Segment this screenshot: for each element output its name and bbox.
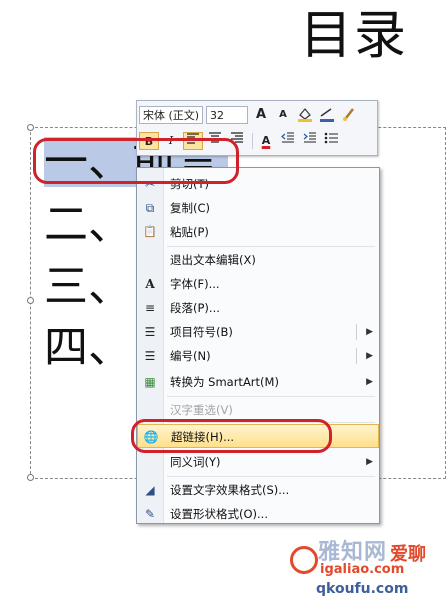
grow-font-button[interactable]: A [251,106,271,124]
menu-divider [167,476,375,477]
annotation-callout-selected-text [33,138,239,184]
resize-handle-top-left[interactable] [27,124,34,131]
menu-item-label: 段落(P)... [170,301,220,315]
menu-item-label: 设置文字效果格式(S)... [170,483,290,497]
menu-item-label: 粘贴(P) [170,225,209,239]
decrease-indent-icon[interactable] [278,132,298,150]
menu-divider [167,246,375,247]
font-color-button[interactable]: A [256,132,276,150]
copy-icon: ⧉ [145,201,155,215]
menu-item-font[interactable]: A 字体(F)... [137,272,379,296]
text-effects-icon: ◢ [145,483,155,497]
submenu-arrow-icon[interactable]: ▶ [366,344,373,368]
font-name-box[interactable]: 宋体 (正文) [139,106,203,124]
menu-item-paragraph[interactable]: ≡ 段落(P)... [137,296,379,320]
annotation-callout-hyperlink [131,419,332,453]
menu-item-label: 编号(N) [170,349,211,363]
outline-line-2[interactable]: 二、 [44,200,132,250]
font-size-box[interactable]: 32 [206,106,248,124]
menu-item-bullets[interactable]: ☰ 项目符号(B) ▶ [137,320,379,344]
menu-item-copy[interactable]: ⧉ 复制(C) [137,196,379,220]
menu-item-label: 字体(F)... [170,277,220,291]
bullets-icon: ☰ [144,325,156,339]
menu-item-paste[interactable]: 📋 粘贴(P) [137,220,379,244]
menu-item-label: 复制(C) [170,201,211,215]
menu-item-label: 同义词(Y) [170,455,221,469]
watermark-tag: 爱聊 [390,544,426,565]
outline-color-icon[interactable] [317,106,337,124]
menu-item-convert-smartart[interactable]: ▦ 转换为 SmartArt(M) ▶ [137,370,379,394]
outline-line-3[interactable]: 三、 [44,262,132,312]
menu-item-label: 退出文本编辑(X) [170,253,256,267]
resize-handle-bottom-left[interactable] [27,474,34,481]
outline-line-4[interactable]: 四、 [44,323,132,373]
menu-item-label: 项目符号(B) [170,325,233,339]
fill-color-icon[interactable] [295,106,315,124]
menu-item-label: 转换为 SmartArt(M) [170,375,279,389]
numbering-icon: ☰ [144,349,156,363]
shrink-font-button[interactable]: A [273,106,293,124]
watermark-logo-icon [290,546,318,574]
bullets-list-icon[interactable] [322,132,342,150]
menu-item-synonyms[interactable]: 同义词(Y) ▶ [137,450,379,474]
watermark-site-2: qkoufu.com [316,581,409,597]
submenu-split [356,348,357,364]
font-icon: A [145,277,155,291]
paste-icon: 📋 [143,225,157,238]
menu-item-exit-text-edit[interactable]: 退出文本编辑(X) [137,248,379,272]
menu-item-text-effects[interactable]: ◢ 设置文字效果格式(S)... [137,478,379,502]
toolbar-separator [252,133,253,149]
menu-divider [167,396,375,397]
shape-format-icon: ✎ [144,507,156,521]
resize-handle-left[interactable] [27,297,34,304]
paragraph-icon: ≡ [144,301,156,315]
menu-item-label: 设置形状格式(O)... [170,507,268,521]
menu-item-shape-format[interactable]: ✎ 设置形状格式(O)... [137,502,379,526]
increase-indent-icon[interactable] [300,132,320,150]
submenu-arrow-icon[interactable]: ▶ [366,320,373,344]
slide-title: 目录 [300,6,409,66]
context-menu: ✂ 剪切(T) ⧉ 复制(C) 📋 粘贴(P) 退出文本编辑(X) A 字体(F… [136,167,380,524]
submenu-split [356,324,357,340]
menu-item-numbering[interactable]: ☰ 编号(N) ▶ [137,344,379,368]
submenu-arrow-icon: ▶ [366,377,373,387]
submenu-arrow-icon: ▶ [366,457,373,467]
format-painter-icon[interactable] [339,106,359,124]
watermark: 雅知网 igaliao.com qkoufu.com 爱聊 [290,532,440,602]
smartart-icon: ▦ [144,375,156,389]
